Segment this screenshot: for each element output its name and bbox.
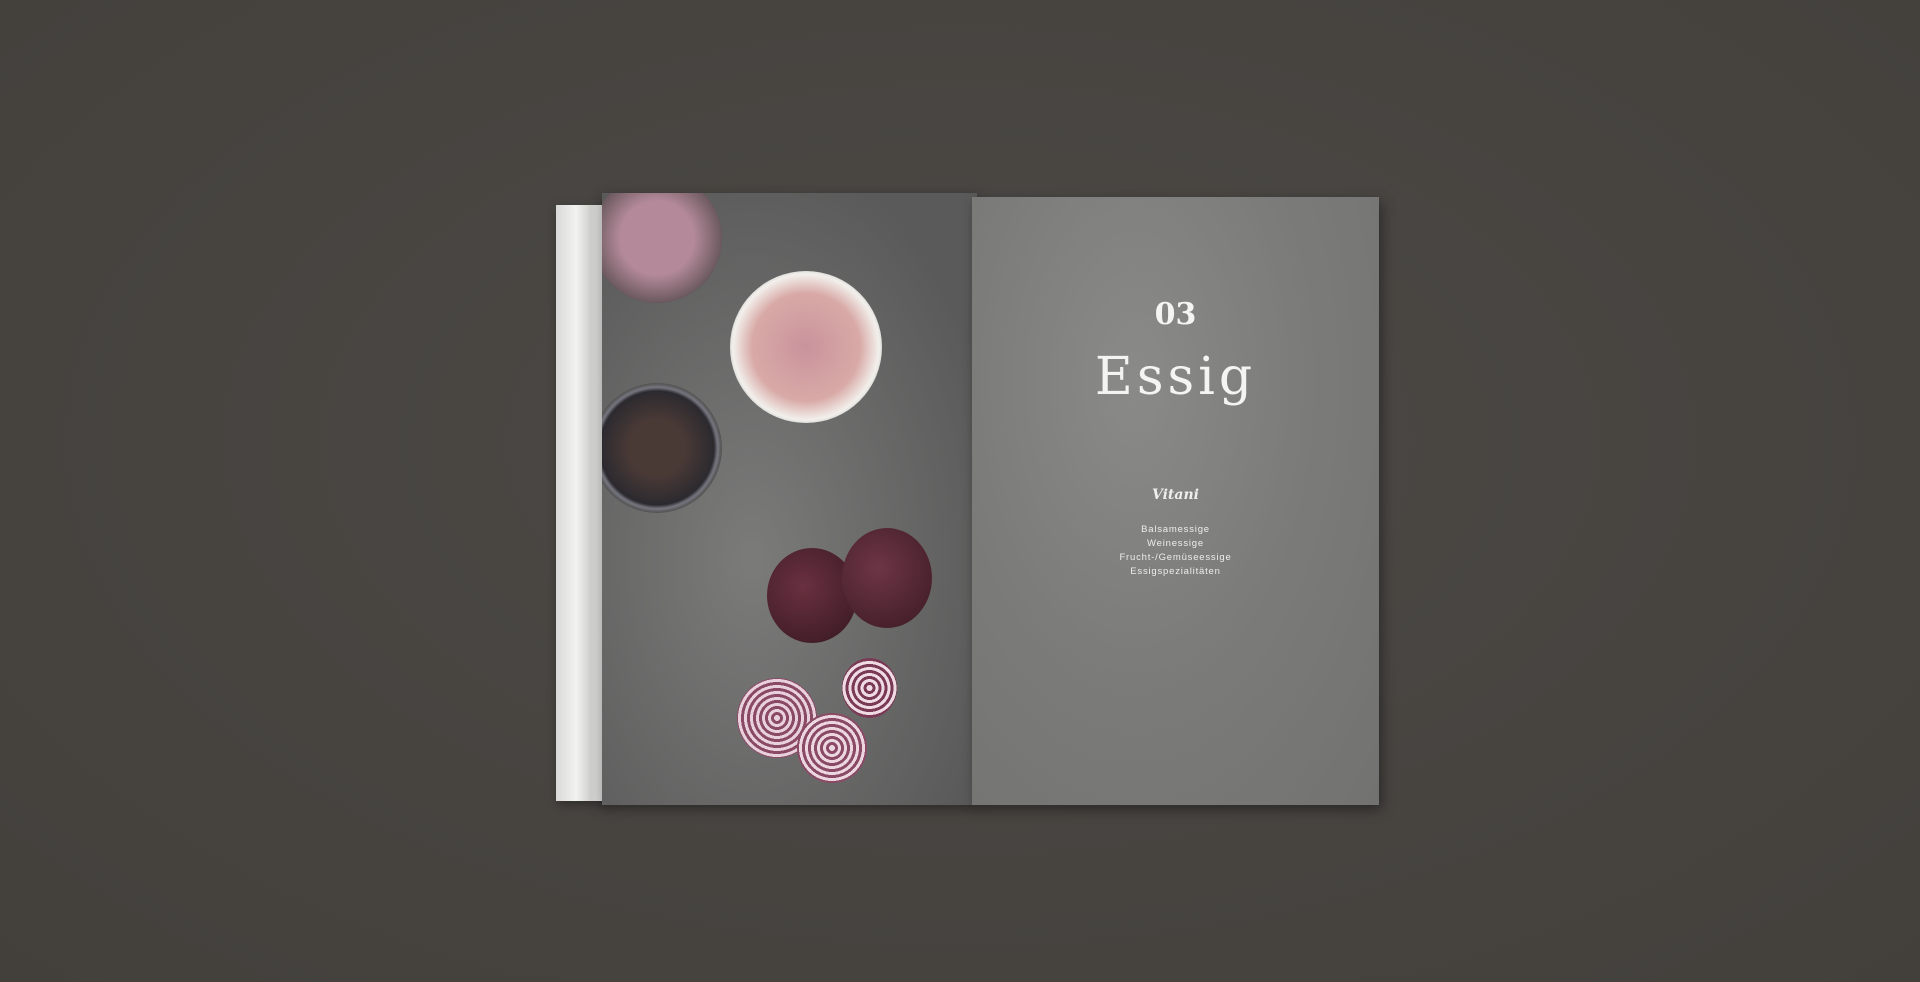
red-onion-2 xyxy=(842,528,932,628)
page-edges xyxy=(556,205,606,801)
bowl-dark xyxy=(602,383,722,513)
list-item: Essigspezialitäten xyxy=(1130,566,1221,577)
chapter-number: 03 xyxy=(1154,297,1197,332)
list-item: Balsamessige xyxy=(1141,524,1210,535)
list-item: Weinessige xyxy=(1147,538,1204,549)
list-item: Frucht-/Gemüseessige xyxy=(1119,552,1232,563)
right-page: 03 Essig Vitani Balsamessige Weinessige … xyxy=(972,197,1379,805)
brand-logo: Vitani xyxy=(1152,487,1199,503)
bowl-top-left xyxy=(602,193,722,303)
open-book: 03 Essig Vitani Balsamessige Weinessige … xyxy=(556,193,1379,807)
onion-half xyxy=(842,658,897,718)
bowl-white xyxy=(730,271,882,423)
category-list: Balsamessige Weinessige Frucht-/Gemüsees… xyxy=(972,523,1379,579)
left-page-photo xyxy=(602,193,977,805)
onion-rings-2 xyxy=(797,713,867,783)
chapter-title: Essig xyxy=(1094,347,1257,407)
